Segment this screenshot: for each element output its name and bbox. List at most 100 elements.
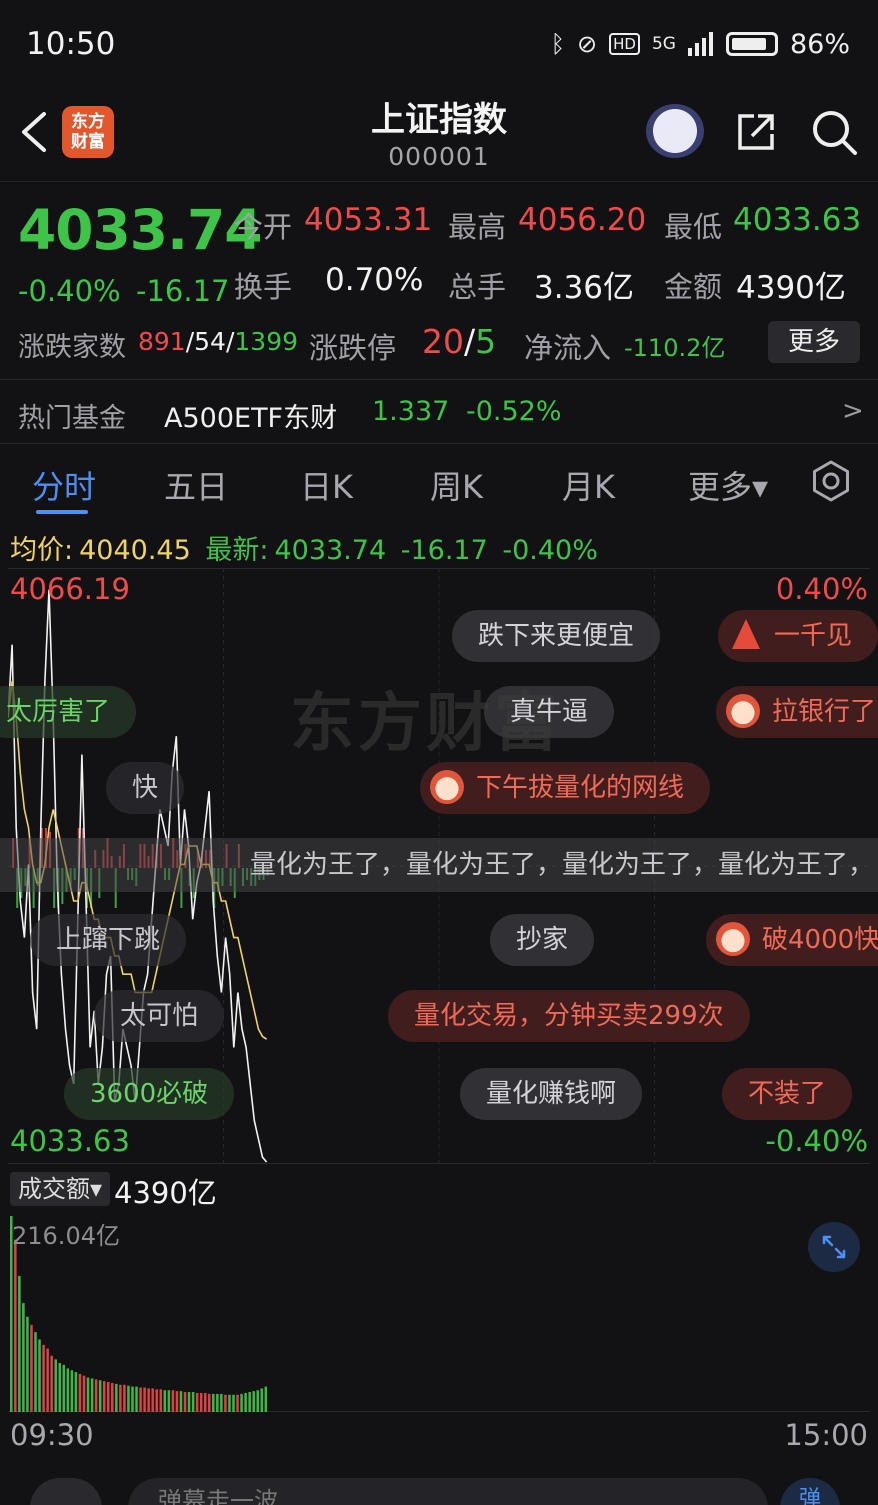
- danmaku-bubble[interactable]: 跌下来更便宜: [452, 610, 661, 662]
- volume-bar: [14, 1239, 17, 1412]
- volume-bar: [30, 1324, 33, 1412]
- volume-bar: [179, 1391, 183, 1412]
- change-amount: -16.17: [136, 274, 230, 308]
- danmaku-bubble[interactable]: 拉银行了: [716, 686, 878, 738]
- limit-label: 涨跌停: [309, 331, 397, 365]
- volume-bar: [244, 1392, 247, 1412]
- tab-five-day[interactable]: 五日: [164, 462, 228, 508]
- time-axis-start: 09:30: [10, 1418, 94, 1452]
- price-summary: 均价: 4040.45 最新: 4033.74 -16.17 -0.40%: [10, 535, 598, 566]
- more-button[interactable]: 更多: [768, 321, 860, 363]
- turnover-value: 0.70%: [325, 262, 424, 298]
- volume-bar: [38, 1339, 41, 1412]
- volume-bar: [119, 1384, 122, 1412]
- keyboard-button[interactable]: [30, 1478, 102, 1505]
- firework-icon: [732, 618, 760, 649]
- danmaku-send-button[interactable]: 弹: [780, 1478, 840, 1505]
- volume-bar: [171, 1390, 175, 1412]
- netflow-label: 净流入: [524, 331, 612, 365]
- signal-icon: 5G: [651, 34, 676, 54]
- volume-bar: [50, 1355, 53, 1412]
- volume-bar: [240, 1393, 243, 1412]
- volume-max-label: 216.04亿: [12, 1222, 120, 1250]
- volume-bar: [143, 1387, 146, 1412]
- danmaku-bubble[interactable]: 量化交易，分钟买卖299次: [388, 990, 750, 1042]
- divider: [0, 443, 878, 444]
- volume-bar: [70, 1370, 74, 1412]
- breadth-values: 891/54/1399: [138, 327, 299, 356]
- status-time: 10:50: [26, 26, 116, 62]
- open-label: 今开: [234, 210, 293, 244]
- volume-bar: [115, 1383, 118, 1412]
- volume-bar: [111, 1382, 114, 1412]
- volume-bar: [175, 1391, 179, 1412]
- volume-bar: [66, 1368, 70, 1412]
- volume-bar: [187, 1392, 191, 1412]
- battery-percent: 86%: [789, 28, 850, 60]
- volume-bar: [232, 1394, 235, 1412]
- axis-high-pct-label: 0.40%: [775, 572, 868, 606]
- volume-bar: [127, 1385, 130, 1412]
- high-value: 4056.20: [518, 202, 647, 238]
- danmaku-bubble[interactable]: 抄家: [490, 914, 595, 966]
- tab-weekly-k[interactable]: 周K: [430, 462, 483, 508]
- ai-assistant-icon[interactable]: [646, 104, 704, 158]
- low-label: 最低: [664, 210, 723, 244]
- volume-bar: [46, 1348, 49, 1412]
- volume-metric-select[interactable]: 成交额▾: [10, 1172, 110, 1206]
- tab-intraday[interactable]: 分时: [32, 462, 96, 508]
- amount-label: 金额: [664, 270, 723, 304]
- volume-bar: [139, 1387, 142, 1412]
- danmaku-bubble[interactable]: 太厉害了: [0, 686, 137, 738]
- share-icon[interactable]: [734, 110, 778, 154]
- danmaku-bubble[interactable]: 上蹿下跳: [30, 914, 187, 966]
- volume-bar: [248, 1392, 251, 1412]
- volume-bar: [195, 1392, 199, 1412]
- divider: [0, 379, 878, 380]
- volume-bar: [203, 1392, 207, 1412]
- volume-bar: [98, 1380, 102, 1412]
- avatar: [716, 921, 750, 956]
- volume-value: 3.36亿: [534, 270, 635, 306]
- gear-icon[interactable]: [810, 460, 852, 502]
- axis-low-pct-label: -0.40%: [765, 1124, 868, 1158]
- volume-bar: [163, 1390, 167, 1412]
- danmaku-bubble[interactable]: 真牛逼: [484, 686, 615, 738]
- amount-value: 4390亿: [736, 270, 846, 306]
- tab-monthly-k[interactable]: 月K: [562, 462, 615, 508]
- volume-bar: [58, 1363, 62, 1412]
- volume-bar: [212, 1393, 215, 1412]
- volume-bar: [82, 1375, 86, 1412]
- netflow-value: -110.2亿: [624, 334, 726, 362]
- volume-bar: [252, 1391, 255, 1412]
- danmaku-bubble[interactable]: 量化赚钱啊: [460, 1068, 643, 1120]
- danmaku-bubble[interactable]: 破4000快: [706, 914, 878, 966]
- volume-bar: [135, 1386, 138, 1412]
- tab-more[interactable]: 更多▾: [688, 462, 768, 508]
- volume-bar: [86, 1377, 90, 1412]
- signal-bars-icon: [687, 32, 713, 56]
- search-icon[interactable]: [810, 108, 858, 156]
- volume-label: 总手: [448, 270, 507, 304]
- chevron-right-icon[interactable]: >: [842, 396, 864, 426]
- danmaku-input[interactable]: 弹幕走一波: [128, 1478, 768, 1505]
- volume-chart[interactable]: [8, 1212, 870, 1412]
- danmaku-bubble[interactable]: 下午拔量化的网线: [420, 762, 711, 814]
- volume-bar: [155, 1389, 159, 1412]
- volume-bar: [256, 1390, 260, 1412]
- tab-daily-k[interactable]: 日K: [300, 462, 353, 508]
- volume-bar: [94, 1379, 98, 1412]
- avatar: [430, 769, 464, 804]
- expand-icon[interactable]: [808, 1222, 860, 1272]
- volume-bar: [183, 1392, 187, 1412]
- volume-bar: [224, 1394, 227, 1412]
- divider: [0, 181, 878, 182]
- danmaku-bubble[interactable]: 不装了: [722, 1068, 853, 1120]
- danmaku-bubble[interactable]: 太可怕: [94, 990, 225, 1042]
- axis-low-label: 4033.63: [10, 1124, 130, 1158]
- fund-change: -0.52%: [466, 396, 562, 427]
- danmaku-bubble[interactable]: 一千见: [718, 610, 878, 662]
- danmaku-bubble[interactable]: 快: [106, 762, 185, 814]
- fund-name[interactable]: A500ETF东财: [164, 396, 337, 435]
- danmaku-bubble[interactable]: 3600必破: [64, 1068, 235, 1120]
